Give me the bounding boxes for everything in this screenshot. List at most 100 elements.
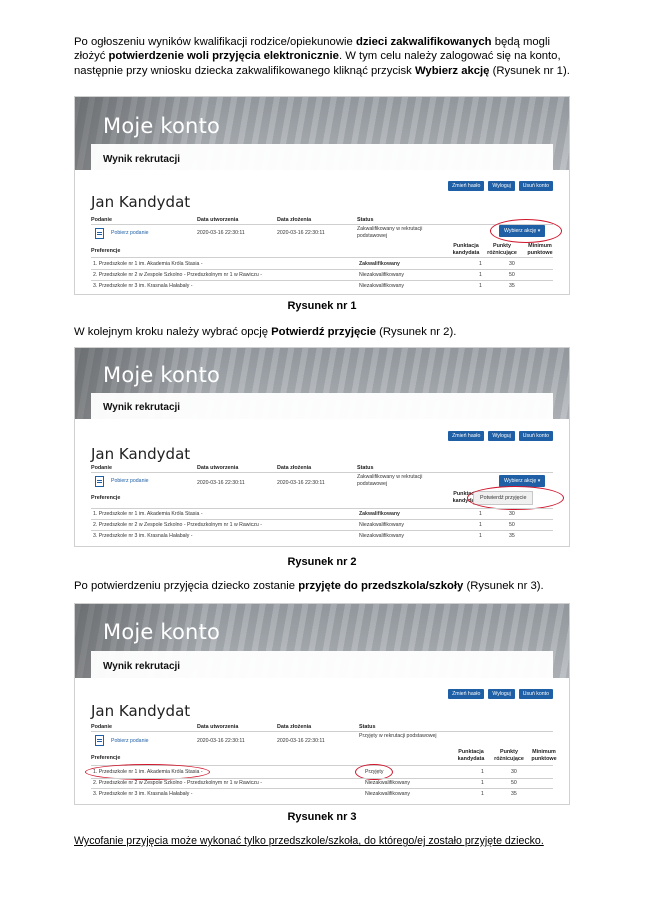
- preference-1: 1. Przedszkole nr 1 im. Akademia Króla S…: [93, 511, 203, 517]
- col-status: Status: [357, 465, 374, 471]
- preference-3: 3. Przedszkole nr 3 im. Krasnala Hałabał…: [93, 791, 193, 797]
- intro-bold-1: dzieci zakwalifikowanych: [355, 36, 492, 48]
- account-title: Moje konto: [103, 363, 221, 387]
- screenshot-2: Moje konto Wynik rekrutacji Zmień hasło …: [74, 347, 570, 547]
- col-points: Punktacja kandydata: [452, 243, 480, 256]
- date-created: 2020-03-16 22:30:11: [197, 480, 245, 486]
- delete-account-button[interactable]: Usuń konto: [518, 431, 553, 441]
- points-2: 1: [479, 272, 482, 278]
- col-diff-points: Punkty różnicujące: [494, 749, 524, 762]
- col-date-created: Data utworzenia: [197, 217, 239, 223]
- col-preferences: Preferencje: [91, 755, 121, 761]
- highlight-ellipse: [467, 486, 564, 510]
- account-title: Moje konto: [103, 114, 221, 138]
- diff-points-1: 30: [509, 261, 515, 267]
- results-heading: Wynik rekrutacji: [103, 402, 181, 413]
- step3-text-2: (Rysunek nr 3).: [463, 580, 544, 592]
- step2-text-2: (Rysunek nr 2).: [375, 326, 457, 338]
- results-heading: Wynik rekrutacji: [103, 154, 181, 165]
- intro-bold-3: Wybierz akcję: [414, 64, 490, 77]
- preference-3: 3. Przedszkole nr 3 im. Krasnala Hałabał…: [93, 283, 193, 289]
- col-podanie: Podanie: [91, 465, 112, 471]
- logout-button[interactable]: Wyloguj: [488, 181, 515, 191]
- choose-action-label: Wybierz akcję: [504, 478, 537, 484]
- points-2: 1: [479, 522, 482, 528]
- change-password-button[interactable]: Zmień hasło: [448, 181, 485, 191]
- account-buttons: Zmień hasło Wyloguj Usuń konto: [448, 689, 553, 699]
- col-date-submitted: Data złożenia: [277, 724, 312, 730]
- account-buttons: Zmień hasło Wyloguj Usuń konto: [448, 181, 553, 191]
- candidate-name: Jan Kandydat: [91, 445, 191, 463]
- preference-status-2: Niezakwalifikowany: [365, 780, 410, 786]
- preference-status-3: Niezakwalifikowany: [365, 791, 410, 797]
- application-status: Przyjęty w rekrutacji podstawowej: [359, 733, 437, 739]
- diff-points-1: 30: [511, 769, 517, 775]
- col-status: Status: [357, 217, 374, 223]
- change-password-button[interactable]: Zmień hasło: [448, 689, 485, 699]
- points-3: 1: [481, 791, 484, 797]
- results-heading: Wynik rekrutacji: [103, 661, 181, 672]
- download-application-link[interactable]: Pobierz podanie: [111, 478, 149, 484]
- col-preferences: Preferencje: [91, 495, 121, 501]
- points-3: 1: [479, 283, 482, 289]
- logout-button[interactable]: Wyloguj: [488, 431, 515, 441]
- col-min-points: Minimum punktowe: [531, 749, 557, 762]
- preference-status-3: Niezakwalifikowany: [359, 283, 404, 289]
- download-application-link[interactable]: Pobierz podanie: [111, 230, 149, 236]
- preference-status-3: Niezakwalifikowany: [359, 533, 404, 539]
- application-status: Zakwalifikowany w rekrutacji podstawowej: [357, 226, 423, 239]
- pdf-icon: [95, 476, 104, 487]
- step2-paragraph: W kolejnym kroku należy wybrać opcję Pot…: [74, 325, 570, 339]
- candidate-name: Jan Kandydat: [91, 702, 191, 720]
- date-created: 2020-03-16 22:30:11: [197, 738, 245, 744]
- preference-1: 1. Przedszkole nr 1 im. Akademia Króla S…: [93, 261, 203, 267]
- intro-text-1: Po ogłoszeniu wyników kwalifikacji rodzi…: [74, 36, 356, 48]
- preference-2: 2. Przedszkole nr 2 w Zespole Szkolno - …: [93, 522, 262, 528]
- diff-points-3: 35: [511, 791, 517, 797]
- pdf-icon: [95, 228, 104, 239]
- chevron-down-icon: ▾: [537, 478, 541, 484]
- diff-points-1: 30: [509, 511, 515, 517]
- diff-points-2: 50: [511, 780, 517, 786]
- account-buttons: Zmień hasło Wyloguj Usuń konto: [448, 431, 553, 441]
- candidate-name: Jan Kandydat: [91, 193, 191, 211]
- col-podanie: Podanie: [91, 217, 112, 223]
- intro-paragraph: Po ogłoszeniu wyników kwalifikacji rodzi…: [74, 35, 570, 78]
- preference-3: 3. Przedszkole nr 3 im. Krasnala Hałabał…: [93, 533, 193, 539]
- diff-points-2: 50: [509, 272, 515, 278]
- highlight-ellipse: [490, 219, 562, 243]
- col-podanie: Podanie: [91, 724, 112, 730]
- preference-2: 2. Przedszkole nr 2 w Zespole Szkolno - …: [93, 780, 262, 786]
- col-date-submitted: Data złożenia: [277, 465, 312, 471]
- caption-2: Rysunek nr 2: [287, 556, 357, 568]
- logout-button[interactable]: Wyloguj: [488, 689, 515, 699]
- change-password-button[interactable]: Zmień hasło: [448, 431, 485, 441]
- step3-bold-1: przyjęte do przedszkola/szkoły: [298, 580, 464, 592]
- pdf-icon: [95, 735, 104, 746]
- date-submitted: 2020-03-16 22:30:11: [277, 230, 325, 236]
- step3-text-1: Po potwierdzeniu przyjęcia dziecko zosta…: [74, 580, 299, 592]
- intro-text-4: (Rysunek nr 1).: [489, 64, 570, 77]
- delete-account-button[interactable]: Usuń konto: [518, 181, 553, 191]
- preference-status-1: Zakwalifikowany: [359, 511, 400, 517]
- delete-account-button[interactable]: Usuń konto: [518, 689, 553, 699]
- date-submitted: 2020-03-16 22:30:11: [277, 480, 325, 486]
- col-date-created: Data utworzenia: [197, 724, 239, 730]
- date-created: 2020-03-16 22:30:11: [197, 230, 245, 236]
- col-points: Punktacja kandydata: [457, 749, 485, 762]
- col-date-submitted: Data złożenia: [277, 217, 312, 223]
- screenshot-1: Moje konto Wynik rekrutacji Zmień hasło …: [74, 96, 570, 295]
- step2-text-1: W kolejnym kroku należy wybrać opcję: [74, 326, 272, 338]
- preference-status-2: Niezakwalifikowany: [359, 522, 404, 528]
- points-3: 1: [479, 533, 482, 539]
- caption-1: Rysunek nr 1: [287, 300, 357, 312]
- col-diff-points: Punkty różnicujące: [487, 243, 517, 256]
- download-application-link[interactable]: Pobierz podanie: [111, 738, 149, 744]
- preference-status-1: Zakwalifikowany: [359, 261, 400, 267]
- col-preferences: Preferencje: [91, 248, 121, 254]
- step3-paragraph: Po potwierdzeniu przyjęcia dziecko zosta…: [74, 579, 570, 593]
- caption-3: Rysunek nr 3: [287, 811, 357, 823]
- diff-points-3: 35: [509, 283, 515, 289]
- points-1: 1: [481, 769, 484, 775]
- footer-note: Wycofanie przyjęcia może wykonać tylko p…: [74, 835, 544, 847]
